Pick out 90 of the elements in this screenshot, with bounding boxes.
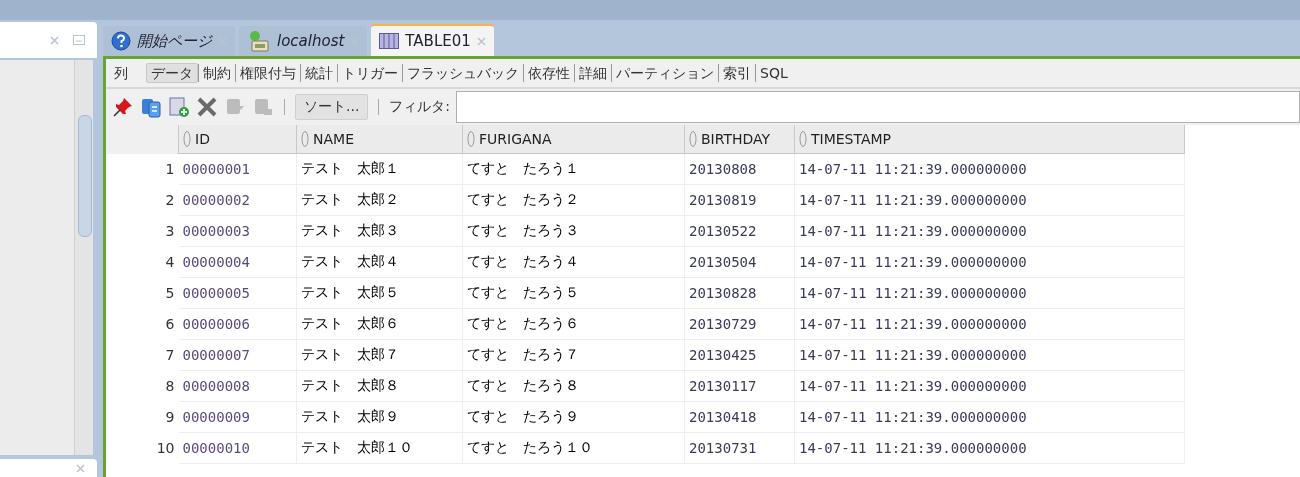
close-icon[interactable] — [76, 463, 85, 473]
table-cell: 00000005 — [178, 277, 297, 309]
table-cell: 14-07-11 11:21:39.000000000 — [794, 246, 1185, 278]
sort-icon[interactable] — [799, 130, 807, 148]
sub-tab[interactable]: SQL — [755, 64, 792, 82]
table-cell: てすと たろう７ — [462, 339, 685, 371]
table-cell: 00000008 — [178, 370, 297, 402]
table-cell: テスト 太郎９ — [296, 401, 463, 433]
table-cell: てすと たろう８ — [462, 370, 685, 402]
table-cell: てすと たろう３ — [462, 215, 685, 247]
table-cell: 14-07-11 11:21:39.000000000 — [794, 215, 1185, 247]
editor-tab[interactable]: TABLE01 — [371, 24, 494, 56]
table-cell: 20130808 — [684, 153, 795, 185]
sub-tab[interactable]: 権限付与 — [235, 64, 300, 82]
table-cell: 00000002 — [178, 184, 297, 216]
close-icon[interactable] — [50, 35, 59, 45]
table-cell: 14-07-11 11:21:39.000000000 — [794, 184, 1185, 216]
table-cell: 20130731 — [684, 432, 795, 464]
database-connection-icon — [247, 30, 271, 52]
sub-tab[interactable]: 索引 — [718, 64, 755, 82]
column-header[interactable]: TIMESTAMP — [794, 125, 1185, 154]
table-cell: 20130418 — [684, 401, 795, 433]
table-cell: 14-07-11 11:21:39.000000000 — [794, 308, 1185, 340]
table-cell: テスト 太郎７ — [296, 339, 463, 371]
pin-icon[interactable] — [112, 96, 134, 118]
table-cell: テスト 太郎６ — [296, 308, 463, 340]
table-cell: てすと たろう２ — [462, 184, 685, 216]
table-cell: 20130828 — [684, 277, 795, 309]
table-cell: テスト 太郎１０ — [296, 432, 463, 464]
table-cell: 14-07-11 11:21:39.000000000 — [794, 277, 1185, 309]
table-cell: てすと たろう６ — [462, 308, 685, 340]
help-icon — [111, 31, 131, 51]
add-row-icon[interactable] — [168, 96, 190, 118]
sub-tab[interactable]: トリガー — [337, 64, 402, 82]
table-cell: 00000007 — [178, 339, 297, 371]
table-cell: 20130729 — [684, 308, 795, 340]
table-cell: 00000003 — [178, 215, 297, 247]
table-cell: 00000004 — [178, 246, 297, 278]
close-icon[interactable] — [476, 36, 486, 46]
table-cell: テスト 太郎２ — [296, 184, 463, 216]
editor-tab[interactable]: localhost — [239, 26, 368, 56]
scrollbar[interactable] — [74, 60, 93, 455]
column-header[interactable]: BIRTHDAY — [684, 125, 795, 154]
sort-icon[interactable] — [301, 130, 309, 148]
sort-icon[interactable] — [689, 130, 697, 148]
sub-tab[interactable]: 詳細 — [574, 64, 611, 82]
sort-icon[interactable] — [467, 130, 475, 148]
sub-tab[interactable]: データ — [146, 63, 198, 83]
delete-icon[interactable] — [196, 96, 218, 118]
table-cell: 14-07-11 11:21:39.000000000 — [794, 401, 1185, 433]
table-cell: テスト 太郎３ — [296, 215, 463, 247]
column-header[interactable]: NAME — [296, 125, 463, 154]
table-cell: テスト 太郎５ — [296, 277, 463, 309]
sort-icon[interactable] — [183, 130, 191, 148]
table-cell: 00000006 — [178, 308, 297, 340]
table-cell: テスト 太郎１ — [296, 153, 463, 185]
table-cell: テスト 太郎４ — [296, 246, 463, 278]
sub-tab[interactable]: フラッシュバック — [402, 64, 523, 82]
table-cell: てすと たろう１０ — [462, 432, 685, 464]
sub-tab[interactable]: 制約 — [198, 64, 235, 82]
table-cell: てすと たろう９ — [462, 401, 685, 433]
filter-label: フィルタ: — [389, 98, 451, 116]
column-header[interactable]: FURIGANA — [462, 125, 685, 154]
filter-field[interactable] — [456, 91, 1300, 123]
column-header[interactable]: ID — [178, 125, 297, 154]
table-cell: 14-07-11 11:21:39.000000000 — [794, 339, 1185, 371]
table-cell: テスト 太郎８ — [296, 370, 463, 402]
table-cell: てすと たろう４ — [462, 246, 685, 278]
table-cell: 00000009 — [178, 401, 297, 433]
editor-tab[interactable]: 開始ページ — [103, 26, 235, 56]
table-cell: 14-07-11 11:21:39.000000000 — [794, 370, 1185, 402]
table-icon — [379, 33, 400, 49]
table-cell: てすと たろう５ — [462, 277, 685, 309]
minimize-icon[interactable] — [73, 35, 85, 45]
sort-button[interactable]: ソート... — [295, 94, 369, 120]
table-cell: 00000010 — [178, 432, 297, 464]
sub-tab[interactable]: 統計 — [300, 64, 337, 82]
sub-tab[interactable]: 依存性 — [523, 64, 574, 82]
table-cell: 14-07-11 11:21:39.000000000 — [794, 153, 1185, 185]
table-cell: 20130117 — [684, 370, 795, 402]
table-cell: 00000001 — [178, 153, 297, 185]
table-cell: 20130819 — [684, 184, 795, 216]
refresh-icon[interactable] — [140, 96, 162, 118]
table-cell: 20130504 — [684, 246, 795, 278]
table-cell: てすと たろう１ — [462, 153, 685, 185]
sub-tab[interactable]: 列 — [110, 64, 132, 82]
table-cell: 14-07-11 11:21:39.000000000 — [794, 432, 1185, 464]
sub-tab[interactable]: パーティション — [611, 64, 718, 82]
table-cell: 20130425 — [684, 339, 795, 371]
table-cell: 20130522 — [684, 215, 795, 247]
